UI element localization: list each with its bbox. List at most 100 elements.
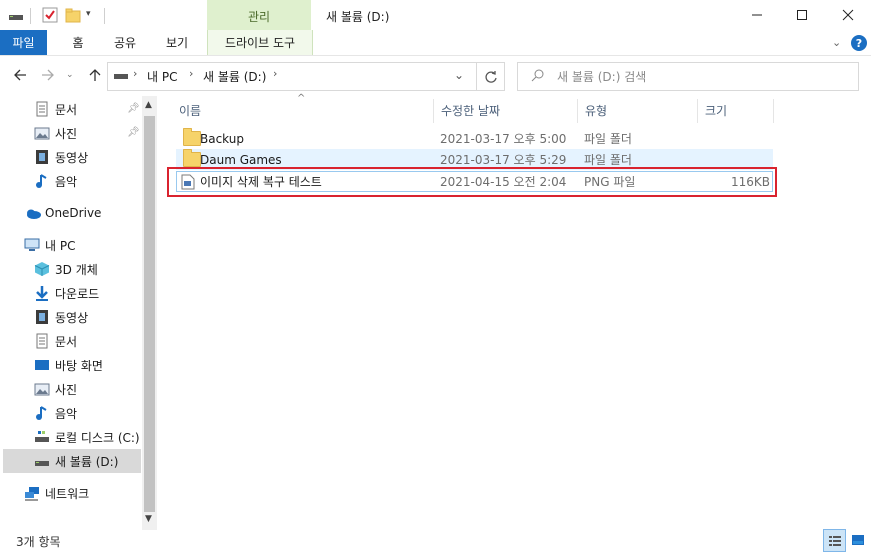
breadcrumb-separator-icon[interactable]: › xyxy=(273,67,277,80)
column-divider[interactable] xyxy=(433,99,434,123)
customize-toolbar-icon[interactable]: ▾ xyxy=(86,9,96,21)
divider xyxy=(30,8,31,24)
nav-item-label: 동영상 xyxy=(55,150,89,165)
highlight-annotation xyxy=(167,167,777,197)
nav-item-label: 3D 개체 xyxy=(55,262,98,277)
recent-locations-icon[interactable]: ⌄ xyxy=(66,70,74,80)
videos-icon xyxy=(34,149,50,165)
divider xyxy=(104,8,105,24)
column-divider[interactable] xyxy=(773,99,774,123)
search-icon xyxy=(531,68,545,82)
address-dropdown-icon[interactable]: ⌄ xyxy=(454,68,464,82)
nav-item-downloads[interactable]: 다운로드 xyxy=(34,282,99,304)
refresh-icon xyxy=(484,70,497,83)
documents-icon xyxy=(34,101,50,117)
nav-item-music-2[interactable]: 음악 xyxy=(34,402,77,424)
file-date: 2021-03-17 오후 5:00 xyxy=(440,132,567,146)
desktop-icon xyxy=(34,357,50,373)
3d-objects-icon xyxy=(34,261,50,277)
tab-share[interactable]: 공유 xyxy=(104,30,146,55)
expand-ribbon-icon[interactable]: ⌄ xyxy=(832,36,841,49)
breadcrumb-separator-icon[interactable]: › xyxy=(189,67,193,80)
file-name: Backup xyxy=(200,131,244,146)
maximize-button[interactable] xyxy=(779,0,824,30)
column-divider[interactable] xyxy=(697,99,698,123)
pin-icon[interactable]: 📌︎ xyxy=(127,127,140,138)
help-icon[interactable]: ? xyxy=(851,35,867,51)
new-folder-icon[interactable] xyxy=(65,7,81,23)
large-icons-view-button[interactable] xyxy=(848,530,868,550)
status-bar xyxy=(0,530,871,555)
nav-item-label: 음악 xyxy=(55,174,78,189)
nav-item-label: 사진 xyxy=(55,126,78,141)
file-row[interactable]: Backup 2021-03-17 오후 5:00 파일 폴더 xyxy=(176,128,773,149)
up-icon[interactable] xyxy=(87,67,103,83)
properties-icon[interactable] xyxy=(42,7,58,23)
nav-item-label: 새 볼륨 (D:) xyxy=(55,454,119,469)
sort-ascending-icon: ^ xyxy=(297,93,306,104)
details-view-button[interactable] xyxy=(823,529,846,552)
nav-item-local-disk-c[interactable]: 로컬 디스크 (C:) xyxy=(34,426,140,448)
breadcrumb-pc[interactable]: 내 PC xyxy=(147,68,177,85)
nav-item-network[interactable]: 네트워크 xyxy=(24,482,89,504)
local-disk-icon xyxy=(34,429,50,445)
pc-icon xyxy=(24,237,40,253)
tab-file[interactable]: 파일 xyxy=(0,30,47,55)
nav-item-3d-objects[interactable]: 3D 개체 xyxy=(34,258,98,280)
nav-item-label: 문서 xyxy=(55,102,78,117)
nav-item-music[interactable]: 음악 xyxy=(34,170,77,192)
back-icon[interactable] xyxy=(12,67,28,83)
nav-item-label: 동영상 xyxy=(55,310,89,325)
network-icon xyxy=(24,485,40,501)
nav-item-videos[interactable]: 동영상 xyxy=(34,146,88,168)
tab-home[interactable]: 홈 xyxy=(60,30,96,55)
nav-item-label: 내 PC xyxy=(45,238,76,253)
nav-item-new-volume-d[interactable]: 새 볼륨 (D:) xyxy=(34,450,118,472)
tab-drive-tools[interactable]: 드라이브 도구 xyxy=(207,30,313,55)
nav-item-label: OneDrive xyxy=(45,206,102,220)
scroll-down-icon[interactable]: ▼ xyxy=(145,514,152,524)
folder-icon xyxy=(183,128,201,149)
nav-item-label: 로컬 디스크 (C:) xyxy=(55,430,140,445)
music-icon xyxy=(34,173,50,189)
pin-icon[interactable]: 📌︎ xyxy=(127,103,140,114)
nav-item-label: 네트워크 xyxy=(45,486,90,501)
scroll-up-icon[interactable]: ▲ xyxy=(145,100,152,110)
minimize-button[interactable] xyxy=(734,0,779,30)
drive-icon xyxy=(113,70,129,82)
file-type: 파일 폴더 xyxy=(584,132,632,146)
nav-item-pictures-2[interactable]: 사진 xyxy=(34,378,77,400)
column-divider[interactable] xyxy=(577,99,578,123)
breadcrumb-separator-icon[interactable]: › xyxy=(133,67,137,80)
nav-item-onedrive[interactable]: OneDrive xyxy=(24,202,101,224)
nav-item-label: 사진 xyxy=(55,382,78,397)
column-header-type[interactable]: 유형 xyxy=(585,99,607,121)
nav-item-documents[interactable]: 문서 xyxy=(34,98,77,120)
refresh-button[interactable] xyxy=(476,62,505,91)
nav-item-this-pc[interactable]: 내 PC xyxy=(24,234,75,256)
nav-item-label: 다운로드 xyxy=(55,286,100,301)
breadcrumb-drive[interactable]: 새 볼륨 (D:) xyxy=(203,68,266,85)
nav-item-documents-2[interactable]: 문서 xyxy=(34,330,77,352)
nav-item-label: 음악 xyxy=(55,406,78,421)
tab-view[interactable]: 보기 xyxy=(156,30,198,55)
nav-scrollbar-thumb[interactable] xyxy=(144,116,155,512)
file-size xyxy=(696,128,770,149)
nav-item-label: 문서 xyxy=(55,334,78,349)
nav-item-pictures[interactable]: 사진 xyxy=(34,122,77,144)
downloads-icon xyxy=(34,285,50,301)
documents-icon xyxy=(34,333,50,349)
tab-manage[interactable]: 관리 xyxy=(207,0,311,32)
pictures-icon xyxy=(34,381,50,397)
onedrive-icon xyxy=(24,205,41,221)
nav-item-videos-2[interactable]: 동영상 xyxy=(34,306,88,328)
nav-item-desktop[interactable]: 바탕 화면 xyxy=(34,354,103,376)
close-button[interactable] xyxy=(825,0,870,30)
large-icons-view-icon xyxy=(852,535,864,545)
column-header-date[interactable]: 수정한 날짜 xyxy=(441,99,500,121)
forward-icon[interactable] xyxy=(40,67,56,83)
nav-item-label: 바탕 화면 xyxy=(55,358,103,373)
column-header-name[interactable]: 이름 xyxy=(179,99,201,121)
column-header-size[interactable]: 크기 xyxy=(705,99,727,121)
search-placeholder: 새 볼륨 (D:) 검색 xyxy=(557,70,647,84)
